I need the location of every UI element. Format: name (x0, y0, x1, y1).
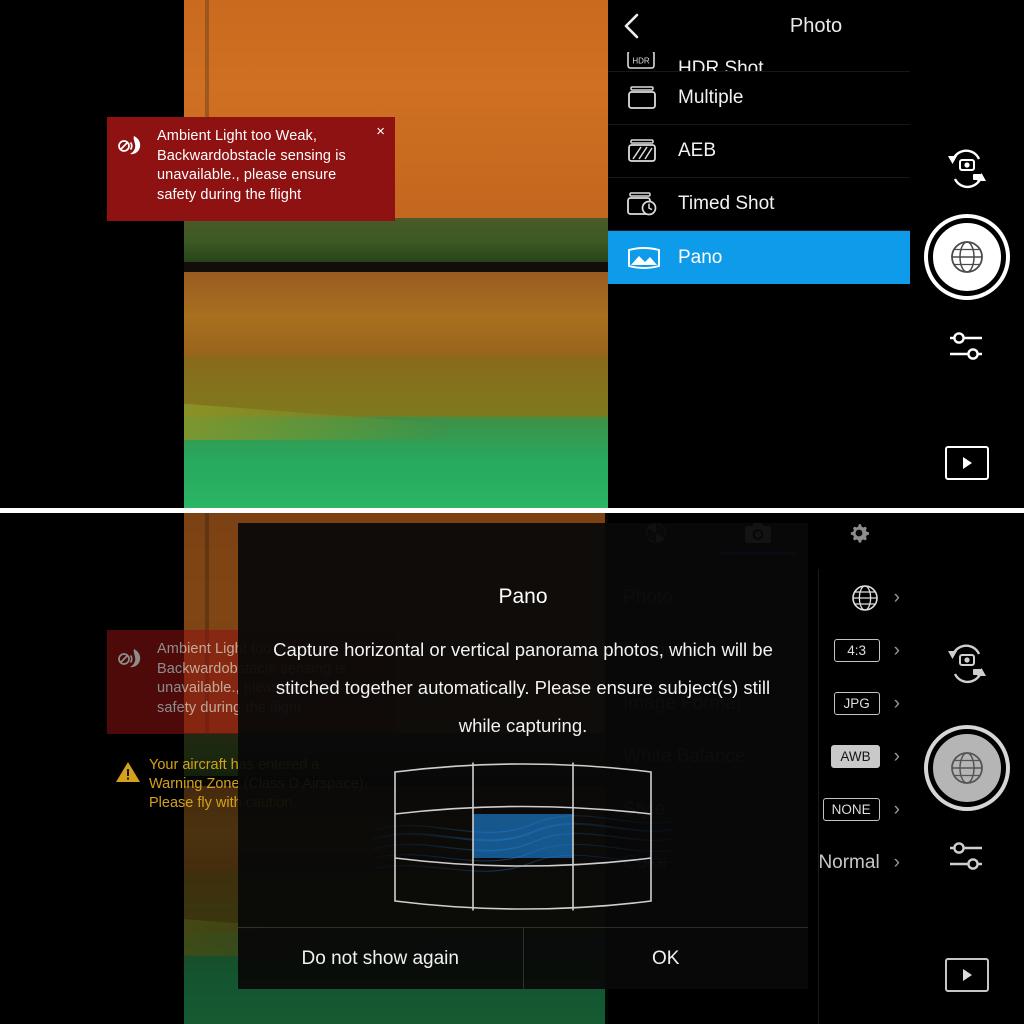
shutter-button[interactable] (924, 725, 1010, 811)
feed-shadow-band (184, 218, 608, 265)
exposure-settings-button[interactable] (944, 325, 990, 367)
switch-photo-video-icon (948, 644, 986, 684)
ambient-light-toast-text: Ambient Light too Weak, Backwardobstacle… (157, 128, 346, 203)
exposure-sliders-icon (950, 842, 982, 870)
sphere-globe-icon (851, 584, 878, 611)
no-light-sensor-icon (117, 640, 157, 726)
menu-item-aeb[interactable]: AEB (608, 125, 910, 178)
chevron-right-icon: › (893, 852, 900, 873)
top-screenshot-panel: Ambient Light too Weak, Backwardobstacle… (0, 0, 1024, 508)
tab-general-settings[interactable] (808, 521, 910, 567)
switch-photo-video-icon (948, 149, 986, 189)
setting-value-chip: AWB (831, 745, 880, 768)
shutter-button[interactable] (924, 214, 1010, 300)
menu-item-multiple[interactable]: Multiple (608, 72, 910, 125)
exposure-settings-button[interactable] (944, 835, 990, 877)
chevron-right-icon: › (893, 640, 900, 661)
no-light-sensor-icon (117, 127, 157, 213)
setting-value: JPG › (833, 692, 900, 715)
menu-item-label: HDR Shot (678, 58, 764, 72)
menu-item-hdr-shot[interactable]: HDR HDR Shot (608, 52, 910, 72)
feed-floor-region (184, 416, 608, 508)
switch-photo-video-button[interactable] (942, 641, 992, 687)
panel-divider (0, 508, 1024, 513)
pano-info-dialog: Pano Capture horizontal or vertical pano… (238, 523, 808, 989)
playback-button[interactable] (945, 446, 989, 480)
do-not-show-again-button[interactable]: Do not show again (238, 928, 523, 989)
playback-icon (945, 958, 989, 992)
menu-item-pano[interactable]: Pano (608, 231, 910, 284)
setting-value: Normal › (818, 852, 900, 874)
playback-button[interactable] (945, 958, 989, 992)
setting-value-chip: NONE (822, 798, 880, 821)
chevron-right-icon: › (893, 693, 900, 714)
menu-item-timed-shot[interactable]: Timed Shot (608, 178, 910, 231)
setting-value-text: Normal (818, 851, 880, 873)
gear-icon (850, 524, 870, 543)
playback-icon (945, 446, 989, 480)
dialog-body-text: Capture horizontal or vertical panorama … (273, 639, 773, 736)
close-icon[interactable]: × (376, 124, 385, 139)
multiple-frames-icon (626, 84, 678, 112)
camera-control-rail-bottom (910, 513, 1024, 1024)
svg-text:HDR: HDR (632, 57, 650, 66)
chevron-right-icon: › (893, 799, 900, 820)
menu-item-label: Pano (678, 246, 723, 268)
chevron-left-icon[interactable] (608, 11, 656, 41)
panorama-icon (626, 245, 678, 271)
aeb-bracket-icon (626, 137, 678, 165)
dialog-actions: Do not show again OK (238, 927, 808, 989)
photo-mode-list: HDR HDR Shot Multiple AEB Timed Shot Pan… (608, 52, 910, 284)
setting-value-chip: JPG (833, 692, 880, 715)
setting-value: › (850, 583, 900, 613)
screenshot-root: Ambient Light too Weak, Backwardobstacle… (0, 0, 1024, 1024)
sphere-globe-icon (951, 241, 983, 273)
menu-item-label: Timed Shot (678, 193, 775, 214)
setting-value: AWB › (831, 745, 900, 768)
dialog-title: Pano (498, 585, 548, 608)
menu-item-label: Multiple (678, 87, 744, 108)
pano-grid-preview (238, 745, 808, 927)
setting-value-chip: 4:3 (833, 639, 880, 662)
exposure-sliders-icon (950, 332, 982, 360)
shutter-ring (924, 725, 1010, 811)
ambient-light-toast[interactable]: Ambient Light too Weak, Backwardobstacle… (107, 117, 395, 221)
photo-mode-menu: Photo HDR HDR Shot Multiple AEB Timed Sh… (608, 0, 1024, 508)
tab-underline (822, 552, 896, 555)
ok-button[interactable]: OK (522, 928, 809, 989)
chevron-right-icon: › (893, 587, 900, 608)
sphere-globe-icon (951, 752, 983, 784)
warning-triangle-icon (115, 756, 149, 832)
chevron-right-icon: › (893, 746, 900, 767)
switch-photo-video-button[interactable] (942, 146, 992, 192)
camera-live-feed-top (184, 0, 608, 508)
setting-value: NONE › (822, 798, 900, 821)
setting-value: 4:3 › (833, 639, 900, 662)
menu-item-label: AEB (678, 140, 717, 161)
timer-shot-icon (626, 190, 678, 218)
shutter-ring (924, 214, 1010, 300)
camera-control-rail-top (910, 0, 1024, 508)
hdr-icon: HDR (626, 52, 678, 71)
